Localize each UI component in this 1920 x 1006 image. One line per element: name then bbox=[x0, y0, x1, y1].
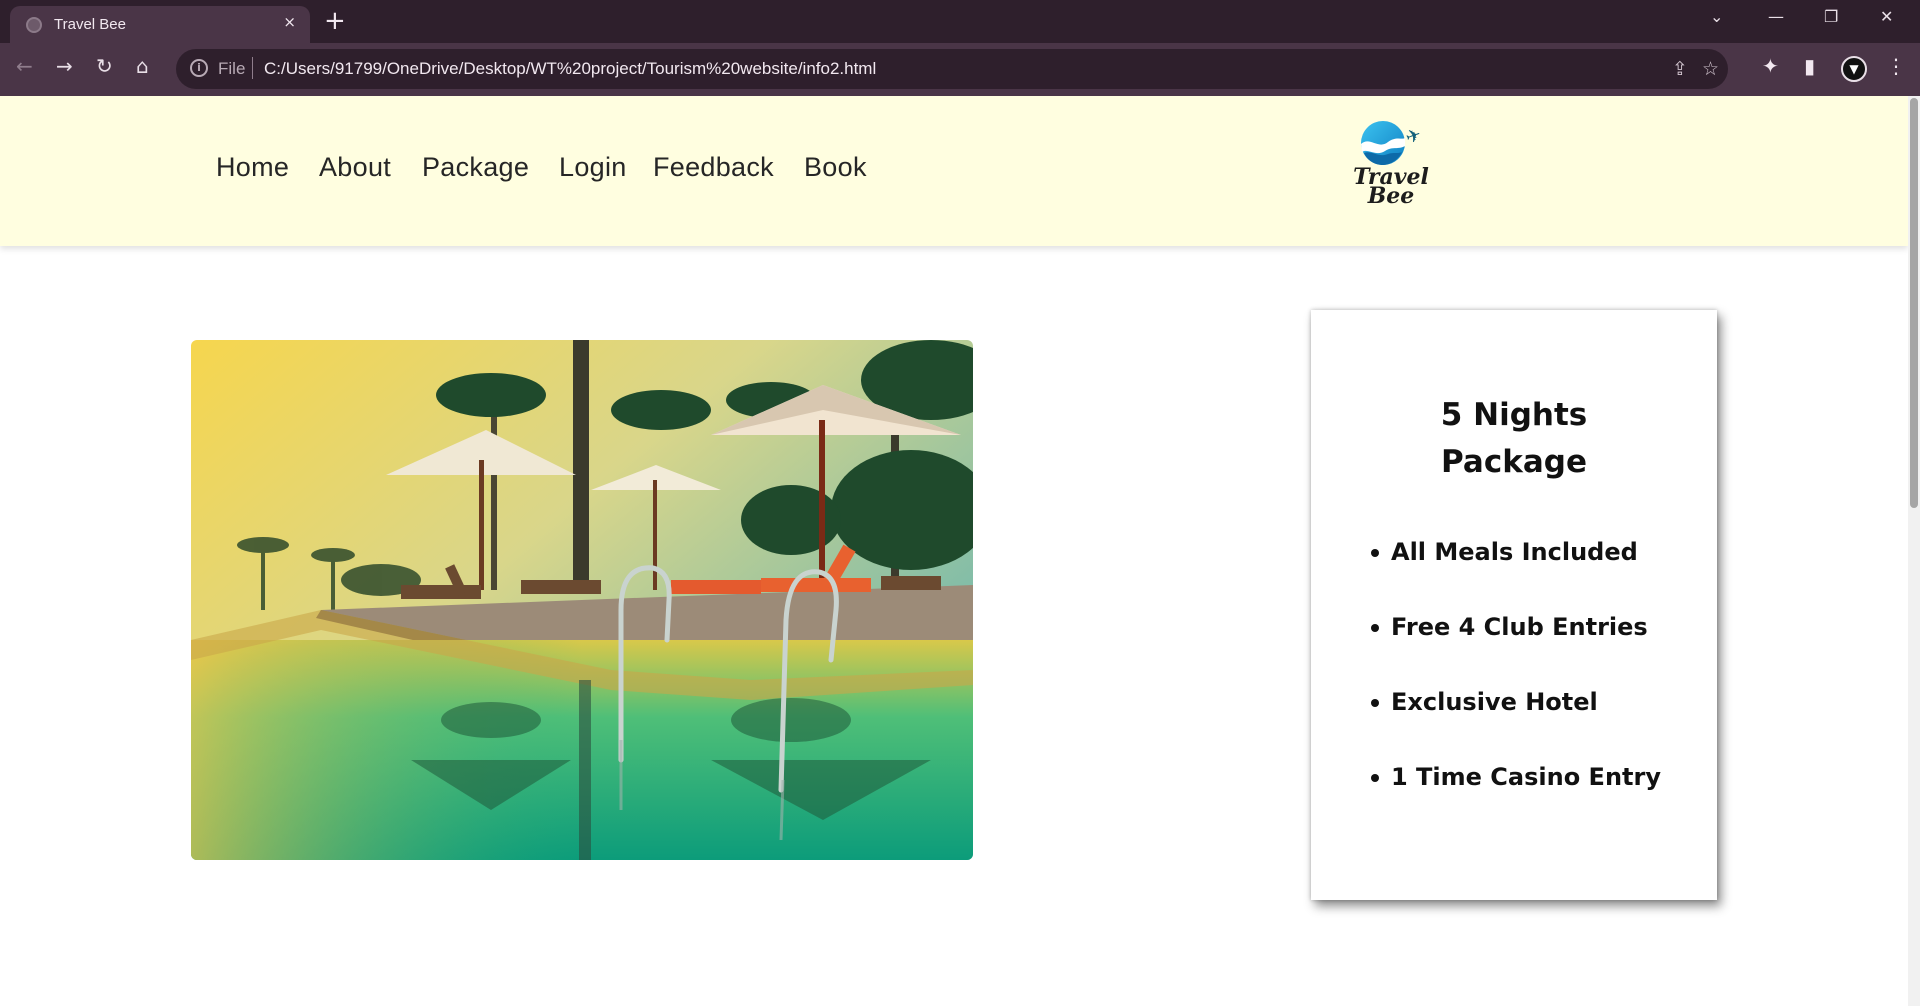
feature-item: Exclusive Hotel bbox=[1371, 688, 1661, 763]
address-scheme: File bbox=[218, 59, 246, 78]
nav-home-link[interactable]: Home bbox=[216, 152, 289, 183]
home-button[interactable]: ⌂ bbox=[136, 55, 149, 77]
package-title-line-1: 5 Nights bbox=[1440, 397, 1588, 433]
new-tab-button[interactable]: + bbox=[324, 6, 346, 36]
nav-book-link[interactable]: Book bbox=[804, 152, 867, 183]
chevron-down-icon[interactable]: ⌄ bbox=[1710, 7, 1723, 26]
extensions-icon[interactable]: ✦ bbox=[1762, 55, 1779, 77]
restore-button[interactable]: ❐ bbox=[1824, 7, 1838, 26]
feature-text: Free 4 Club Entries bbox=[1391, 613, 1648, 641]
minimize-button[interactable]: — bbox=[1768, 7, 1784, 26]
feature-text: Exclusive Hotel bbox=[1391, 688, 1598, 716]
package-title: 5 Nights Package bbox=[1311, 392, 1717, 486]
address-url[interactable]: C:/Users/91799/OneDrive/Desktop/WT%20pro… bbox=[264, 59, 876, 79]
package-card: 5 Nights Package All Meals Included Free… bbox=[1311, 310, 1717, 900]
package-title-line-2: Package bbox=[1441, 444, 1587, 480]
address-bar[interactable]: i File C:/Users/91799/OneDrive/Desktop/W… bbox=[176, 49, 1728, 89]
browser-menu-icon[interactable]: ⋮ bbox=[1886, 55, 1906, 77]
reload-button[interactable]: ↻ bbox=[96, 55, 113, 77]
nav-package-link[interactable]: Package bbox=[422, 152, 529, 183]
nav-login-link[interactable]: Login bbox=[559, 152, 627, 183]
browser-tab[interactable]: Travel Bee × bbox=[10, 6, 310, 43]
bullet-icon bbox=[1371, 549, 1379, 557]
forward-button[interactable]: → bbox=[56, 55, 73, 77]
logo-text: Travel Bee bbox=[1336, 166, 1446, 207]
feature-item: All Meals Included bbox=[1371, 538, 1661, 613]
info-icon[interactable]: i bbox=[190, 59, 208, 77]
package-features-list: All Meals Included Free 4 Club Entries E… bbox=[1371, 538, 1661, 838]
tab-title: Travel Bee bbox=[54, 16, 126, 33]
wave-globe-icon bbox=[1361, 121, 1405, 165]
feature-text: 1 Time Casino Entry bbox=[1391, 763, 1661, 791]
travel-bee-logo[interactable]: ✈ Travel Bee bbox=[1336, 120, 1446, 216]
side-panel-icon[interactable]: ▮ bbox=[1804, 55, 1815, 77]
bullet-icon bbox=[1371, 774, 1379, 782]
share-icon[interactable]: ⇪ bbox=[1672, 58, 1688, 80]
bullet-icon bbox=[1371, 624, 1379, 632]
bullet-icon bbox=[1371, 699, 1379, 707]
scrollbar-thumb[interactable] bbox=[1910, 98, 1918, 508]
feature-item: Free 4 Club Entries bbox=[1371, 613, 1661, 688]
feature-item: 1 Time Casino Entry bbox=[1371, 763, 1661, 838]
globe-icon bbox=[26, 17, 42, 33]
page-viewport: Home About Package Login Feedback Book ✈… bbox=[0, 96, 1920, 1006]
browser-tab-bar: Travel Bee × + ⌄ — ❐ ✕ bbox=[0, 0, 1920, 43]
close-window-button[interactable]: ✕ bbox=[1880, 7, 1893, 26]
address-separator bbox=[252, 57, 253, 79]
page-scrollbar[interactable] bbox=[1908, 96, 1920, 1006]
profile-avatar[interactable]: ▼ bbox=[1841, 56, 1867, 82]
site-header: Home About Package Login Feedback Book ✈… bbox=[0, 96, 1908, 246]
bookmark-star-icon[interactable]: ☆ bbox=[1702, 58, 1719, 80]
nav-about-link[interactable]: About bbox=[319, 152, 391, 183]
feature-text: All Meals Included bbox=[1391, 538, 1638, 566]
close-tab-icon[interactable]: × bbox=[283, 13, 296, 31]
back-button[interactable]: ← bbox=[16, 55, 33, 77]
resort-pool-photo bbox=[191, 340, 973, 860]
resort-pool-illustration bbox=[191, 340, 973, 860]
nav-feedback-link[interactable]: Feedback bbox=[653, 152, 774, 183]
browser-toolbar: ← → ↻ ⌂ i File C:/Users/91799/OneDrive/D… bbox=[0, 43, 1920, 96]
